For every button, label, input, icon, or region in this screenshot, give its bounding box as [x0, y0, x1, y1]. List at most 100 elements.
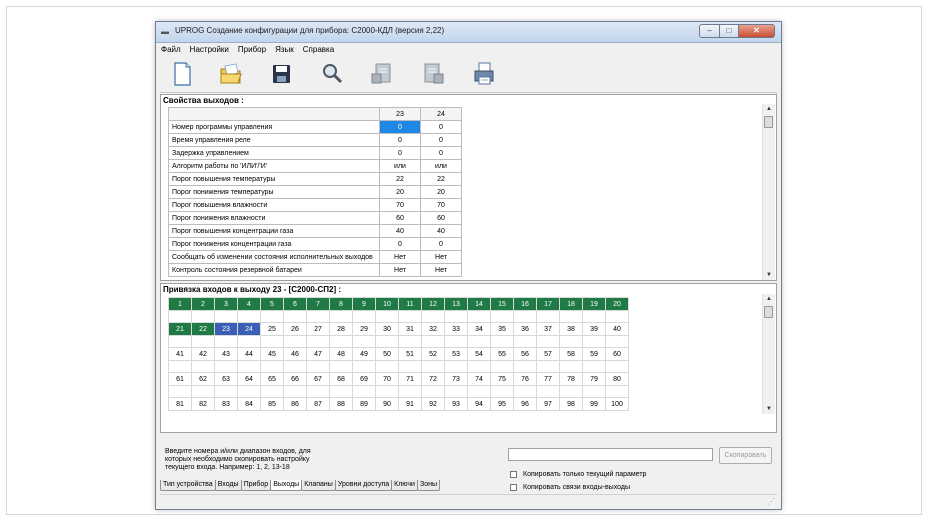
input-cell[interactable]: 47	[306, 347, 330, 361]
copy-range-input[interactable]	[508, 448, 713, 461]
input-cell[interactable]: 76	[513, 372, 537, 386]
tab-keys[interactable]: Ключи	[391, 480, 418, 491]
property-value-cell[interactable]: 40	[379, 224, 421, 238]
input-gap-cell[interactable]	[421, 335, 445, 348]
input-cell[interactable]: 14	[467, 297, 491, 311]
input-cell[interactable]: 59	[582, 347, 606, 361]
input-cell[interactable]: 45	[260, 347, 284, 361]
input-gap-cell[interactable]	[421, 310, 445, 323]
input-cell[interactable]: 50	[375, 347, 399, 361]
input-cell[interactable]: 100	[605, 397, 629, 411]
input-cell[interactable]: 48	[329, 347, 353, 361]
input-cell[interactable]: 16	[513, 297, 537, 311]
input-cell[interactable]: 6	[283, 297, 307, 311]
input-gap-cell[interactable]	[329, 360, 353, 373]
input-cell[interactable]: 58	[559, 347, 583, 361]
property-value-cell[interactable]: 70	[420, 198, 462, 212]
input-gap-cell[interactable]	[513, 385, 537, 398]
input-gap-cell[interactable]	[467, 310, 491, 323]
input-gap-cell[interactable]	[536, 310, 560, 323]
input-cell[interactable]: 85	[260, 397, 284, 411]
input-gap-cell[interactable]	[398, 385, 422, 398]
input-cell[interactable]: 34	[467, 322, 491, 336]
scroll-down-arrow[interactable]: ▼	[763, 270, 775, 280]
input-gap-cell[interactable]	[352, 385, 376, 398]
input-gap-cell[interactable]	[605, 310, 629, 323]
input-cell[interactable]: 31	[398, 322, 422, 336]
input-cell[interactable]: 91	[398, 397, 422, 411]
input-cell[interactable]: 73	[444, 372, 468, 386]
input-cell[interactable]: 53	[444, 347, 468, 361]
input-gap-cell[interactable]	[352, 335, 376, 348]
input-gap-cell[interactable]	[352, 360, 376, 373]
tab-device-type[interactable]: Тип устройства	[160, 480, 216, 491]
outputs-scrollbar[interactable]: ▲ ▼	[762, 104, 775, 280]
copy-current-param-checkbox[interactable]	[510, 471, 517, 478]
input-cell[interactable]: 29	[352, 322, 376, 336]
input-cell[interactable]: 37	[536, 322, 560, 336]
input-cell[interactable]: 54	[467, 347, 491, 361]
property-value-cell[interactable]: 20	[379, 185, 421, 199]
tab-outputs[interactable]: Выходы	[270, 480, 303, 491]
input-gap-cell[interactable]	[283, 385, 307, 398]
property-value-cell[interactable]: 60	[420, 211, 462, 225]
input-gap-cell[interactable]	[260, 310, 284, 323]
input-cell[interactable]: 64	[237, 372, 261, 386]
input-gap-cell[interactable]	[237, 335, 261, 348]
input-gap-cell[interactable]	[191, 335, 215, 348]
input-gap-cell[interactable]	[375, 310, 399, 323]
input-gap-cell[interactable]	[260, 335, 284, 348]
input-cell[interactable]: 43	[214, 347, 238, 361]
input-gap-cell[interactable]	[375, 360, 399, 373]
maximize-button[interactable]: □	[720, 24, 739, 38]
input-cell[interactable]: 18	[559, 297, 583, 311]
input-cell[interactable]: 56	[513, 347, 537, 361]
input-gap-cell[interactable]	[490, 360, 514, 373]
input-gap-cell[interactable]	[513, 310, 537, 323]
input-gap-cell[interactable]	[191, 385, 215, 398]
input-cell[interactable]: 71	[398, 372, 422, 386]
tab-access-levels[interactable]: Уровни доступа	[334, 480, 393, 491]
input-gap-cell[interactable]	[536, 385, 560, 398]
input-cell[interactable]: 49	[352, 347, 376, 361]
input-cell[interactable]: 35	[490, 322, 514, 336]
input-cell[interactable]: 81	[168, 397, 192, 411]
menu-file[interactable]: Файл	[156, 43, 185, 57]
input-gap-cell[interactable]	[398, 335, 422, 348]
input-cell[interactable]: 33	[444, 322, 468, 336]
input-gap-cell[interactable]	[559, 310, 583, 323]
input-gap-cell[interactable]	[559, 360, 583, 373]
property-value-cell[interactable]: 60	[379, 211, 421, 225]
input-cell[interactable]: 12	[421, 297, 445, 311]
property-value-cell[interactable]: 0	[420, 237, 462, 251]
input-gap-cell[interactable]	[191, 360, 215, 373]
input-cell[interactable]: 28	[329, 322, 353, 336]
input-cell[interactable]: 67	[306, 372, 330, 386]
menu-device[interactable]: Прибор	[233, 43, 270, 57]
scroll-thumb[interactable]	[764, 116, 773, 128]
input-cell[interactable]: 13	[444, 297, 468, 311]
input-cell[interactable]: 74	[467, 372, 491, 386]
input-cell[interactable]: 1	[168, 297, 192, 311]
input-cell[interactable]: 98	[559, 397, 583, 411]
input-cell[interactable]: 25	[260, 322, 284, 336]
input-cell[interactable]: 7	[306, 297, 330, 311]
bindings-scrollbar[interactable]: ▲ ▼	[762, 294, 775, 414]
property-value-cell[interactable]: Нет	[420, 250, 462, 264]
input-gap-cell[interactable]	[306, 360, 330, 373]
input-cell[interactable]: 75	[490, 372, 514, 386]
input-gap-cell[interactable]	[168, 360, 192, 373]
input-cell[interactable]: 19	[582, 297, 606, 311]
property-value-cell[interactable]: 40	[420, 224, 462, 238]
input-gap-cell[interactable]	[490, 335, 514, 348]
input-gap-cell[interactable]	[283, 360, 307, 373]
input-gap-cell[interactable]	[467, 360, 491, 373]
input-gap-cell[interactable]	[444, 310, 468, 323]
property-value-cell[interactable]: Нет	[420, 263, 462, 277]
property-value-cell[interactable]: 70	[379, 198, 421, 212]
input-cell[interactable]: 99	[582, 397, 606, 411]
input-cell[interactable]: 24	[237, 322, 261, 336]
input-cell[interactable]: 27	[306, 322, 330, 336]
input-cell[interactable]: 65	[260, 372, 284, 386]
input-cell[interactable]: 38	[559, 322, 583, 336]
